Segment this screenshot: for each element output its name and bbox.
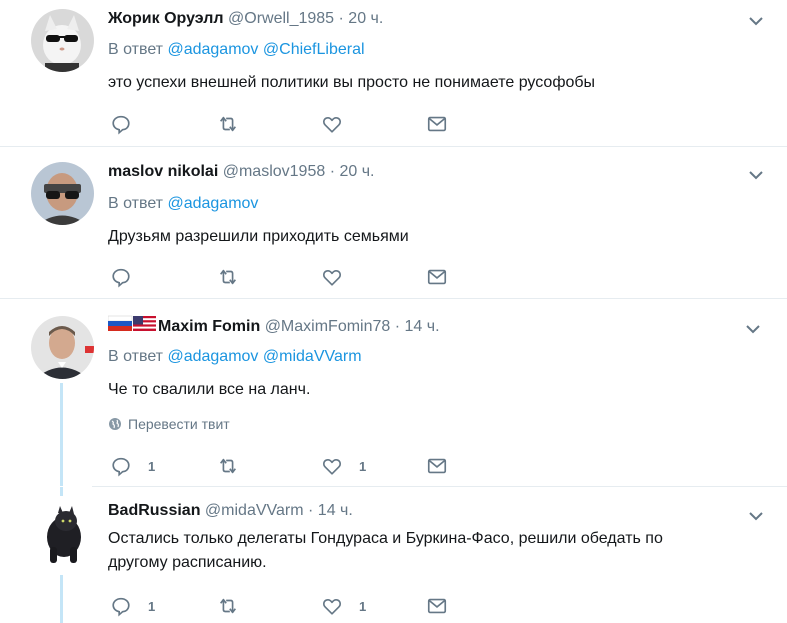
envelope-icon <box>427 116 447 132</box>
reply-button[interactable]: 1 <box>110 594 155 618</box>
retweet-icon <box>220 116 236 132</box>
tweet-text-line: Остались только делегаты Гондураса и Бур… <box>108 530 663 547</box>
reply-button[interactable] <box>110 112 132 136</box>
like-button[interactable] <box>321 112 343 136</box>
reply-icon <box>112 457 130 477</box>
reply-icon <box>112 115 130 135</box>
user-handle[interactable]: @midaVVarm <box>205 502 304 519</box>
avatar-man-image <box>31 162 94 225</box>
tweet-4[interactable]: BadRussian @midaVVarm · 14 ч. Остались т… <box>0 487 787 623</box>
reply-icon <box>112 597 130 617</box>
envelope-icon <box>427 598 447 614</box>
reply-count: 1 <box>148 458 156 474</box>
heart-icon <box>323 459 341 475</box>
like-button[interactable] <box>321 265 343 289</box>
mention-link[interactable]: @adagamov <box>167 195 258 212</box>
like-button[interactable]: 1 <box>321 594 366 618</box>
timestamp[interactable]: · 14 ч. <box>308 502 353 519</box>
display-name[interactable]: maslov nikolai <box>108 163 218 180</box>
tweet-header: BadRussian @midaVVarm · 14 ч. <box>108 502 353 526</box>
mention-link[interactable]: @adagamov <box>167 41 258 58</box>
flag-icons <box>108 315 156 331</box>
reply-prefix: В ответ <box>108 195 164 212</box>
timestamp[interactable]: · 20 ч. <box>330 163 375 180</box>
reply-context: В ответ @adagamov <box>108 195 258 213</box>
tweet-text: это успехи внешней политики вы просто не… <box>108 74 596 91</box>
tweet-header: Жорик Оруэлл @Orwell_1985 · 20 ч. <box>108 10 383 34</box>
thread-connector <box>60 575 63 623</box>
mention-link[interactable]: @adagamov <box>167 348 258 365</box>
retweet-button[interactable] <box>217 265 239 289</box>
heart-icon <box>323 117 341 133</box>
timestamp[interactable]: · 14 ч. <box>395 318 440 335</box>
retweet-button[interactable] <box>217 594 239 618</box>
direct-message-button[interactable] <box>426 265 448 289</box>
like-count: 1 <box>359 598 367 614</box>
like-button[interactable]: 1 <box>321 454 366 478</box>
retweet-icon <box>220 598 236 614</box>
tweet-text: Остались только делегаты Гондураса и Бур… <box>108 527 758 575</box>
thread-connector <box>60 487 63 496</box>
like-count: 1 <box>359 458 367 474</box>
reply-button[interactable]: 1 <box>110 454 155 478</box>
timestamp[interactable]: · 20 ч. <box>339 10 384 27</box>
avatar-panther-image <box>34 503 86 565</box>
reply-count: 1 <box>148 598 156 614</box>
tweet-1[interactable]: Жорик Оруэлл @Orwell_1985 · 20 ч. В отве… <box>0 0 787 146</box>
avatar[interactable] <box>34 503 86 565</box>
retweet-button[interactable] <box>217 112 239 136</box>
avatar[interactable] <box>31 316 94 379</box>
avatar-cat-image <box>31 9 94 72</box>
chevron-down-icon[interactable] <box>744 11 768 31</box>
reply-icon <box>112 268 130 288</box>
reply-prefix: В ответ <box>108 348 164 365</box>
translate-tweet-link[interactable]: Перевести твит <box>108 416 230 432</box>
direct-message-button[interactable] <box>426 594 448 618</box>
user-handle[interactable]: @maslov1958 <box>223 163 326 180</box>
chevron-down-icon[interactable] <box>744 165 768 185</box>
display-name[interactable]: Жорик Оруэлл <box>108 10 224 27</box>
mention-link[interactable]: @ChiefLiberal <box>263 41 365 58</box>
user-handle[interactable]: @Orwell_1985 <box>228 10 334 27</box>
tweet-feed: Жорик Оруэлл @Orwell_1985 · 20 ч. В отве… <box>0 0 787 623</box>
tweet-text-line: другому расписанию. <box>108 554 267 571</box>
reply-context: В ответ @adagamov @midaVVarm <box>108 348 362 366</box>
thread-connector <box>60 383 63 486</box>
reply-context: В ответ @adagamov @ChiefLiberal <box>108 41 365 59</box>
tweet-text: Друзьям разрешили приходить семьями <box>108 228 409 245</box>
retweet-icon <box>220 458 236 474</box>
retweet-button[interactable] <box>217 454 239 478</box>
tweet-text: Че то свалили все на ланч. <box>108 381 311 398</box>
heart-icon <box>323 270 341 286</box>
envelope-icon <box>427 269 447 285</box>
avatar[interactable] <box>31 162 94 225</box>
reply-prefix: В ответ <box>108 41 164 58</box>
globe-icon <box>109 418 121 430</box>
tweet-header: Maxim Fomin @MaximFomin78 · 14 ч. <box>108 315 440 339</box>
avatar-man-suit-image <box>31 316 94 379</box>
direct-message-button[interactable] <box>426 454 448 478</box>
heart-icon <box>323 599 341 615</box>
avatar[interactable] <box>31 9 94 72</box>
chevron-down-icon[interactable] <box>744 506 768 526</box>
tweet-2[interactable]: maslov nikolai @maslov1958 · 20 ч. В отв… <box>0 147 787 298</box>
chevron-down-icon[interactable] <box>741 319 765 339</box>
tweet-3[interactable]: Maxim Fomin @MaximFomin78 · 14 ч. В отве… <box>0 299 787 486</box>
translate-label[interactable]: Перевести твит <box>128 416 230 432</box>
mention-link[interactable]: @midaVVarm <box>263 348 362 365</box>
display-name[interactable]: BadRussian <box>108 502 200 519</box>
reply-button[interactable] <box>110 265 132 289</box>
tweet-header: maslov nikolai @maslov1958 · 20 ч. <box>108 163 374 187</box>
envelope-icon <box>427 458 447 474</box>
retweet-icon <box>220 269 236 285</box>
display-name[interactable]: Maxim Fomin <box>158 318 260 335</box>
user-handle[interactable]: @MaximFomin78 <box>265 318 391 335</box>
direct-message-button[interactable] <box>426 112 448 136</box>
